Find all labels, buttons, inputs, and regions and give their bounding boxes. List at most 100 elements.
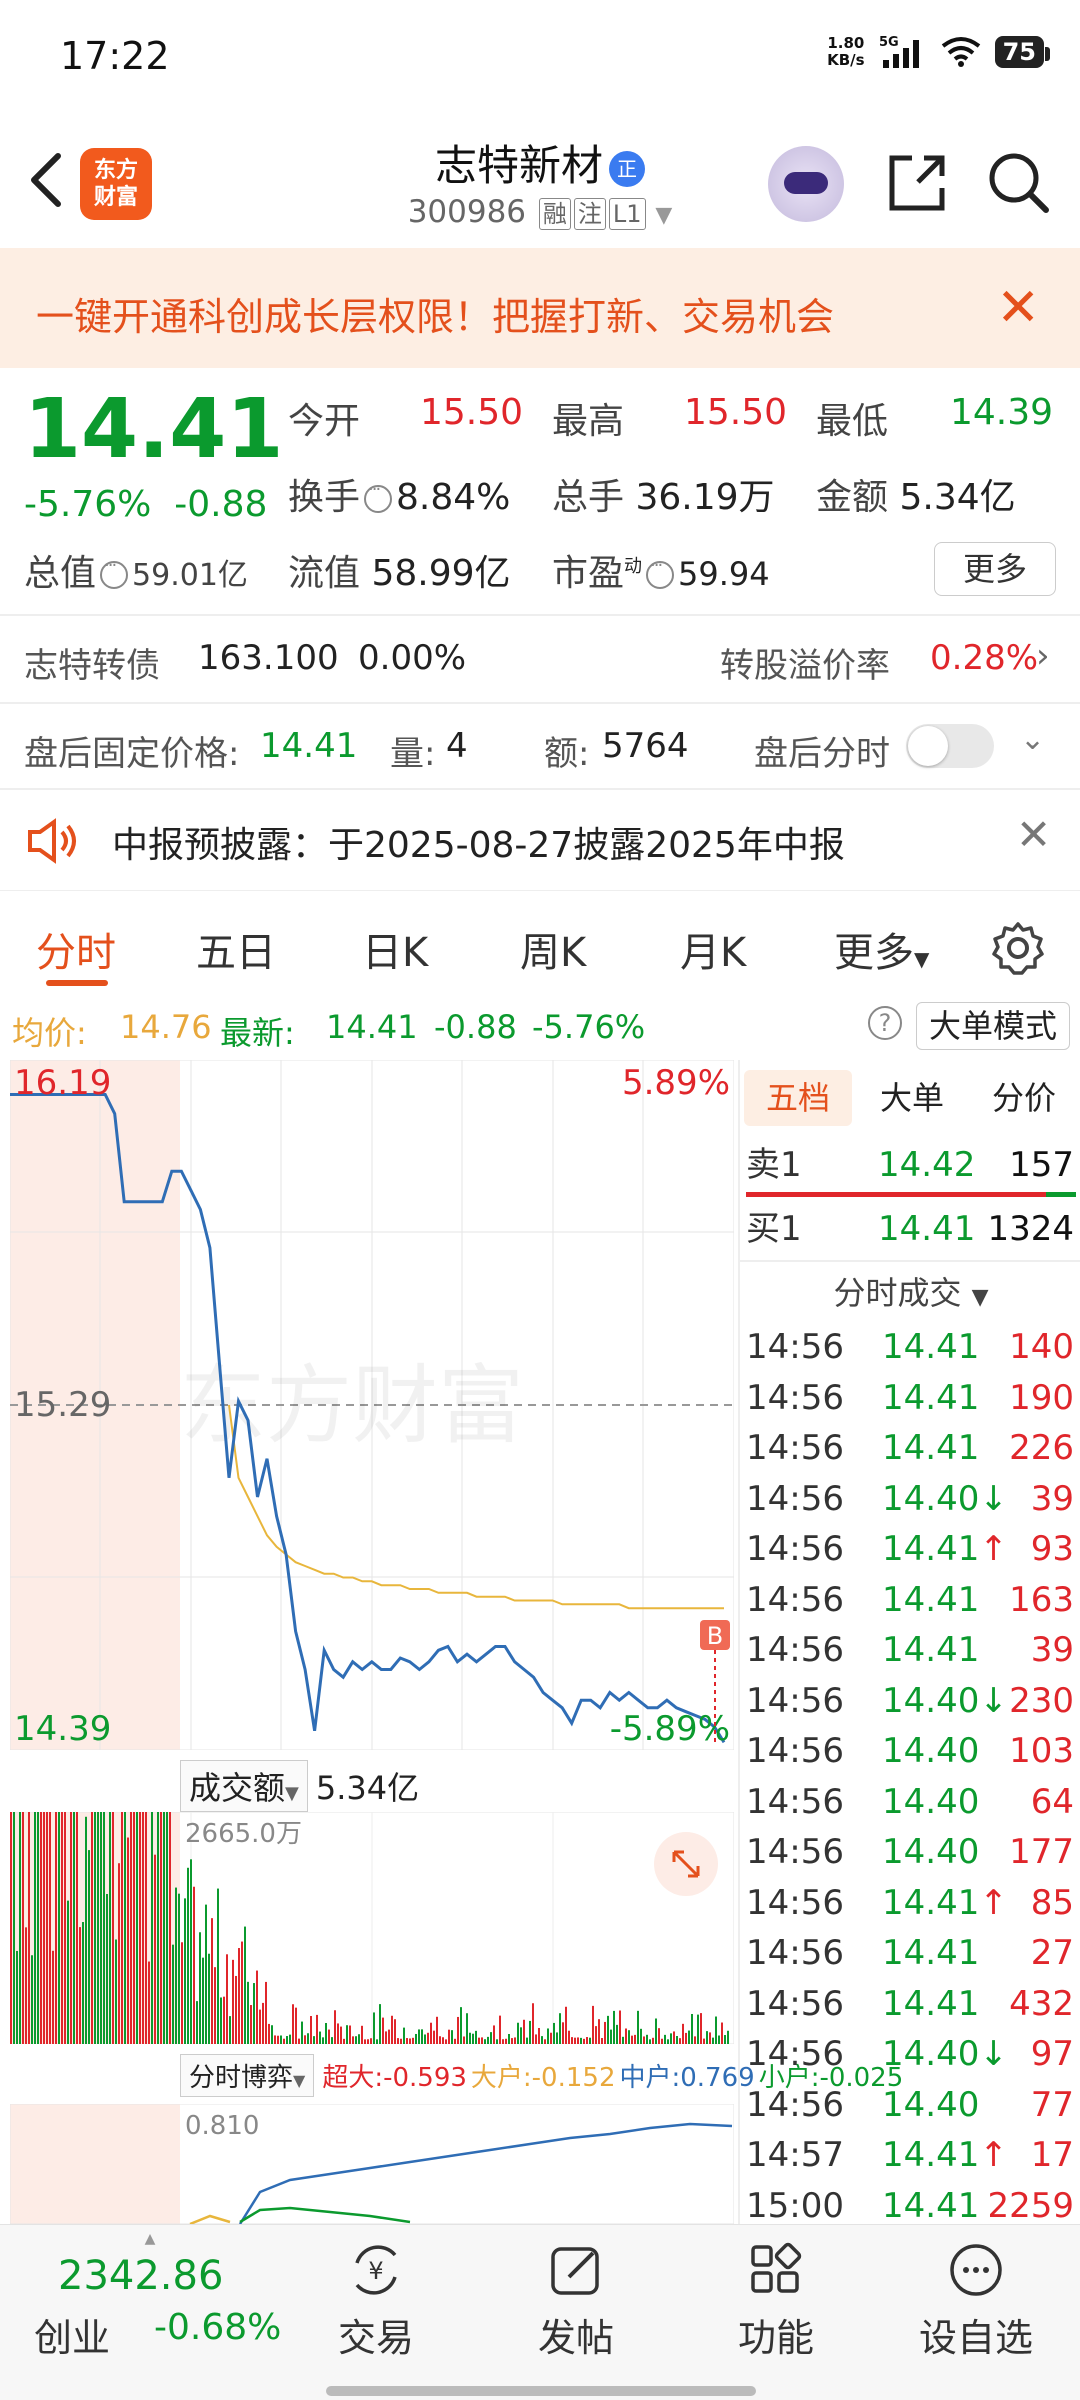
search-icon[interactable] [984,148,1054,218]
tab-five-level[interactable]: 五档 [744,1070,852,1126]
volume-bar [400,2038,402,2044]
last-price: 14.41 [24,382,284,477]
volume-bar [151,1812,153,2044]
close-icon[interactable]: ✕ [996,278,1040,338]
tick-row: 14:56 14.41 140 [740,1322,1080,1372]
tick-price: 14.40↓ [882,1478,1008,1519]
volume-bar [724,2035,726,2044]
tick-direction: ↓ [979,1478,1008,1519]
volume-bar [214,1967,216,2044]
volume-bar [91,1812,93,2044]
volume-bar [511,2038,513,2044]
tick-price: 14.41 [882,1327,980,1367]
volume-bar [40,1812,42,2044]
volume-bar [172,1944,174,2044]
volume-bar [487,2036,489,2044]
pe-ratio[interactable]: 市盈动59.94 [552,544,770,596]
tab-weekly-k[interactable]: 周K [520,920,586,978]
big-flow-line [189,2214,231,2224]
tab-timeshare[interactable]: 分时 [36,920,116,978]
after-hours-toggle[interactable] [906,724,994,768]
chart-tabs: 分时 五日 日K 周K 月K 更多▼ [0,894,1080,994]
volume-bar [562,2022,564,2044]
volume-bar [148,1961,150,2044]
turnover-rate[interactable]: 换手8.84% [288,468,510,520]
bid-1-row: 买1 14.41 1324 [746,1209,1074,1249]
info-icon [364,479,393,513]
volume-bar [133,1812,135,2044]
note-tag: 注 [573,198,606,230]
volume-bar [448,2029,450,2044]
open-price: 今开 [288,401,361,442]
more-quote-button[interactable]: 更多 [934,542,1056,596]
volume-indicator-select[interactable]: 成交额▼ [180,1760,308,1812]
volume-bar [184,1898,186,2044]
tick-row: 14:56 14.41 27 [740,1928,1080,1978]
nav-post[interactable]: 发帖 [496,2241,656,2362]
volume-bar [430,2022,432,2044]
caret-down-icon: ▼ [914,947,930,971]
volume-bar [22,1812,24,2044]
order-book-panel: 五档 大单 分价 卖1 14.42 157 买1 14.41 1324 分时成交… [738,1060,1080,2226]
flow-indicator-select[interactable]: 分时博弈▼ [180,2053,315,2097]
tick-row: 14:56 14.40↓ 39 [740,1474,1080,1524]
share-icon[interactable] [882,148,952,218]
volume-bar [115,1939,117,2044]
tab-daily-k[interactable]: 日K [362,920,428,978]
volume-bar [553,2022,555,2044]
volume-bar [262,2002,264,2044]
help-icon[interactable]: ? [868,1006,902,1040]
tab-price-dist[interactable]: 分价 [970,1070,1078,1126]
volume-bar [130,1812,132,2044]
nav-functions[interactable]: 功能 [696,2241,856,2362]
tick-row: 14:56 14.41 190 [740,1373,1080,1423]
gear-icon[interactable] [990,920,1046,976]
volume-bar [472,2033,474,2044]
volume-bar [412,2037,414,2044]
tick-time: 14:56 [746,1731,844,1771]
volume-bar [97,1812,99,2044]
tick-time: 14:56 [746,1781,844,1822]
close-icon[interactable]: ✕ [1016,810,1051,859]
index-widget[interactable]: ▲ 2342.86 创业 -0.68% [34,2231,281,2360]
volume-bar [403,2027,405,2044]
volume-bar [568,2030,570,2044]
big-order-mode-button[interactable]: 大单模式 [916,1002,1070,1050]
tab-monthly-k[interactable]: 月K [680,920,746,978]
volume-bar [349,2025,351,2044]
chevron-down-icon[interactable]: ⌄ [1020,722,1045,757]
avg-price-row: 均价: 14.76 最新: 14.41 -0.88 -5.76% ? 大单模式 [0,996,1080,1058]
tab-more[interactable]: 更多▼ [834,920,929,978]
nav-trade[interactable]: ¥ 交易 [296,2241,456,2362]
ticks-header[interactable]: 分时成交 ▼ [740,1268,1080,1314]
timeshare-chart[interactable]: 东方财富 16.19 5.89% 15.29 14.39 -5.89% B [10,1060,734,1750]
notice-bar[interactable]: 中报预披露：于2025-08-27披露2025年中报 ✕ [0,790,1080,890]
volume-bar [439,2036,441,2044]
volume-bar [190,1859,192,2044]
volume-bar [490,2032,492,2044]
assistant-robot-icon[interactable] [768,146,844,222]
volume-bar [358,2034,360,2044]
total-market-value[interactable]: 总值59.01亿 [24,544,248,596]
tab-big-order[interactable]: 大单 [858,1070,966,1126]
convertible-bond-row[interactable]: 志特转债 163.100 0.00% 转股溢价率 0.28% › [0,620,1080,700]
promo-banner[interactable]: 一键开通科创成长层权限！把握打新、交易机会 ✕ [0,248,1080,368]
volume-chart: 2665.0万 [10,1812,734,2044]
nav-add-watchlist[interactable]: 设自选 [896,2241,1056,2362]
volume-bar [613,2010,615,2044]
volume-bar [274,2035,276,2044]
tick-time: 14:56 [746,1327,844,1367]
tick-row: 14:56 14.41↑ 85 [740,1878,1080,1928]
volume-bar [538,2028,540,2044]
mid-flow-line [238,2122,733,2224]
svg-text:B: B [707,1622,723,1650]
volume-bar [280,2035,282,2044]
volume-bar [196,2001,198,2044]
tick-volume: 27 [1030,1933,1074,1973]
volume-bar [667,2039,669,2044]
tick-row: 14:56 14.41 163 [740,1575,1080,1625]
battery-icon: 75 [994,36,1051,68]
tick-volume: 2259 [987,2185,1074,2226]
volume-bar [385,2031,387,2044]
tab-five-day[interactable]: 五日 [196,920,276,978]
